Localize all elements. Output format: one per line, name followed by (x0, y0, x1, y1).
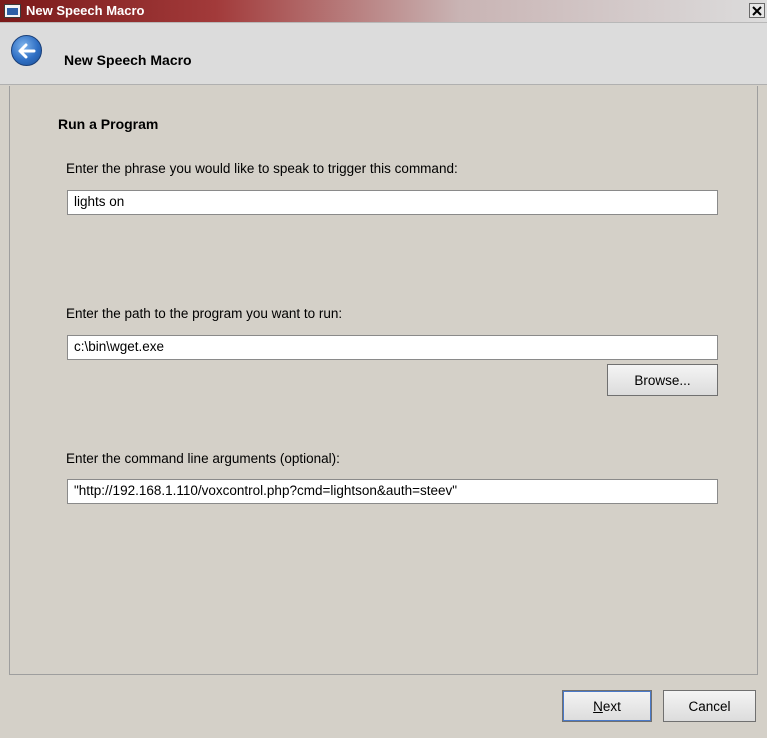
phrase-input[interactable]: lights on (67, 190, 718, 215)
program-path-input[interactable]: c:\bin\wget.exe (67, 335, 718, 360)
window-app-icon (4, 4, 21, 18)
phrase-label: Enter the phrase you would like to speak… (66, 161, 458, 176)
next-label: ext (602, 698, 621, 714)
program-path-label: Enter the path to the program you want t… (66, 306, 343, 321)
close-icon (752, 5, 762, 16)
next-mnemonic: N (593, 698, 603, 714)
close-button[interactable] (749, 3, 765, 18)
next-button[interactable]: Next (562, 690, 652, 722)
cancel-button[interactable]: Cancel (663, 690, 756, 722)
section-title: Run a Program (58, 116, 159, 132)
arguments-input[interactable]: "http://192.168.1.110/voxcontrol.php?cmd… (67, 479, 718, 504)
wizard-header: New Speech Macro (0, 23, 767, 85)
arguments-label: Enter the command line arguments (option… (66, 451, 340, 466)
browse-button[interactable]: Browse... (607, 364, 718, 396)
back-arrow-icon (18, 43, 35, 58)
window-title: New Speech Macro (26, 3, 145, 18)
back-button[interactable] (11, 35, 42, 66)
wizard-title: New Speech Macro (64, 52, 192, 68)
title-bar[interactable]: New Speech Macro (0, 0, 767, 23)
